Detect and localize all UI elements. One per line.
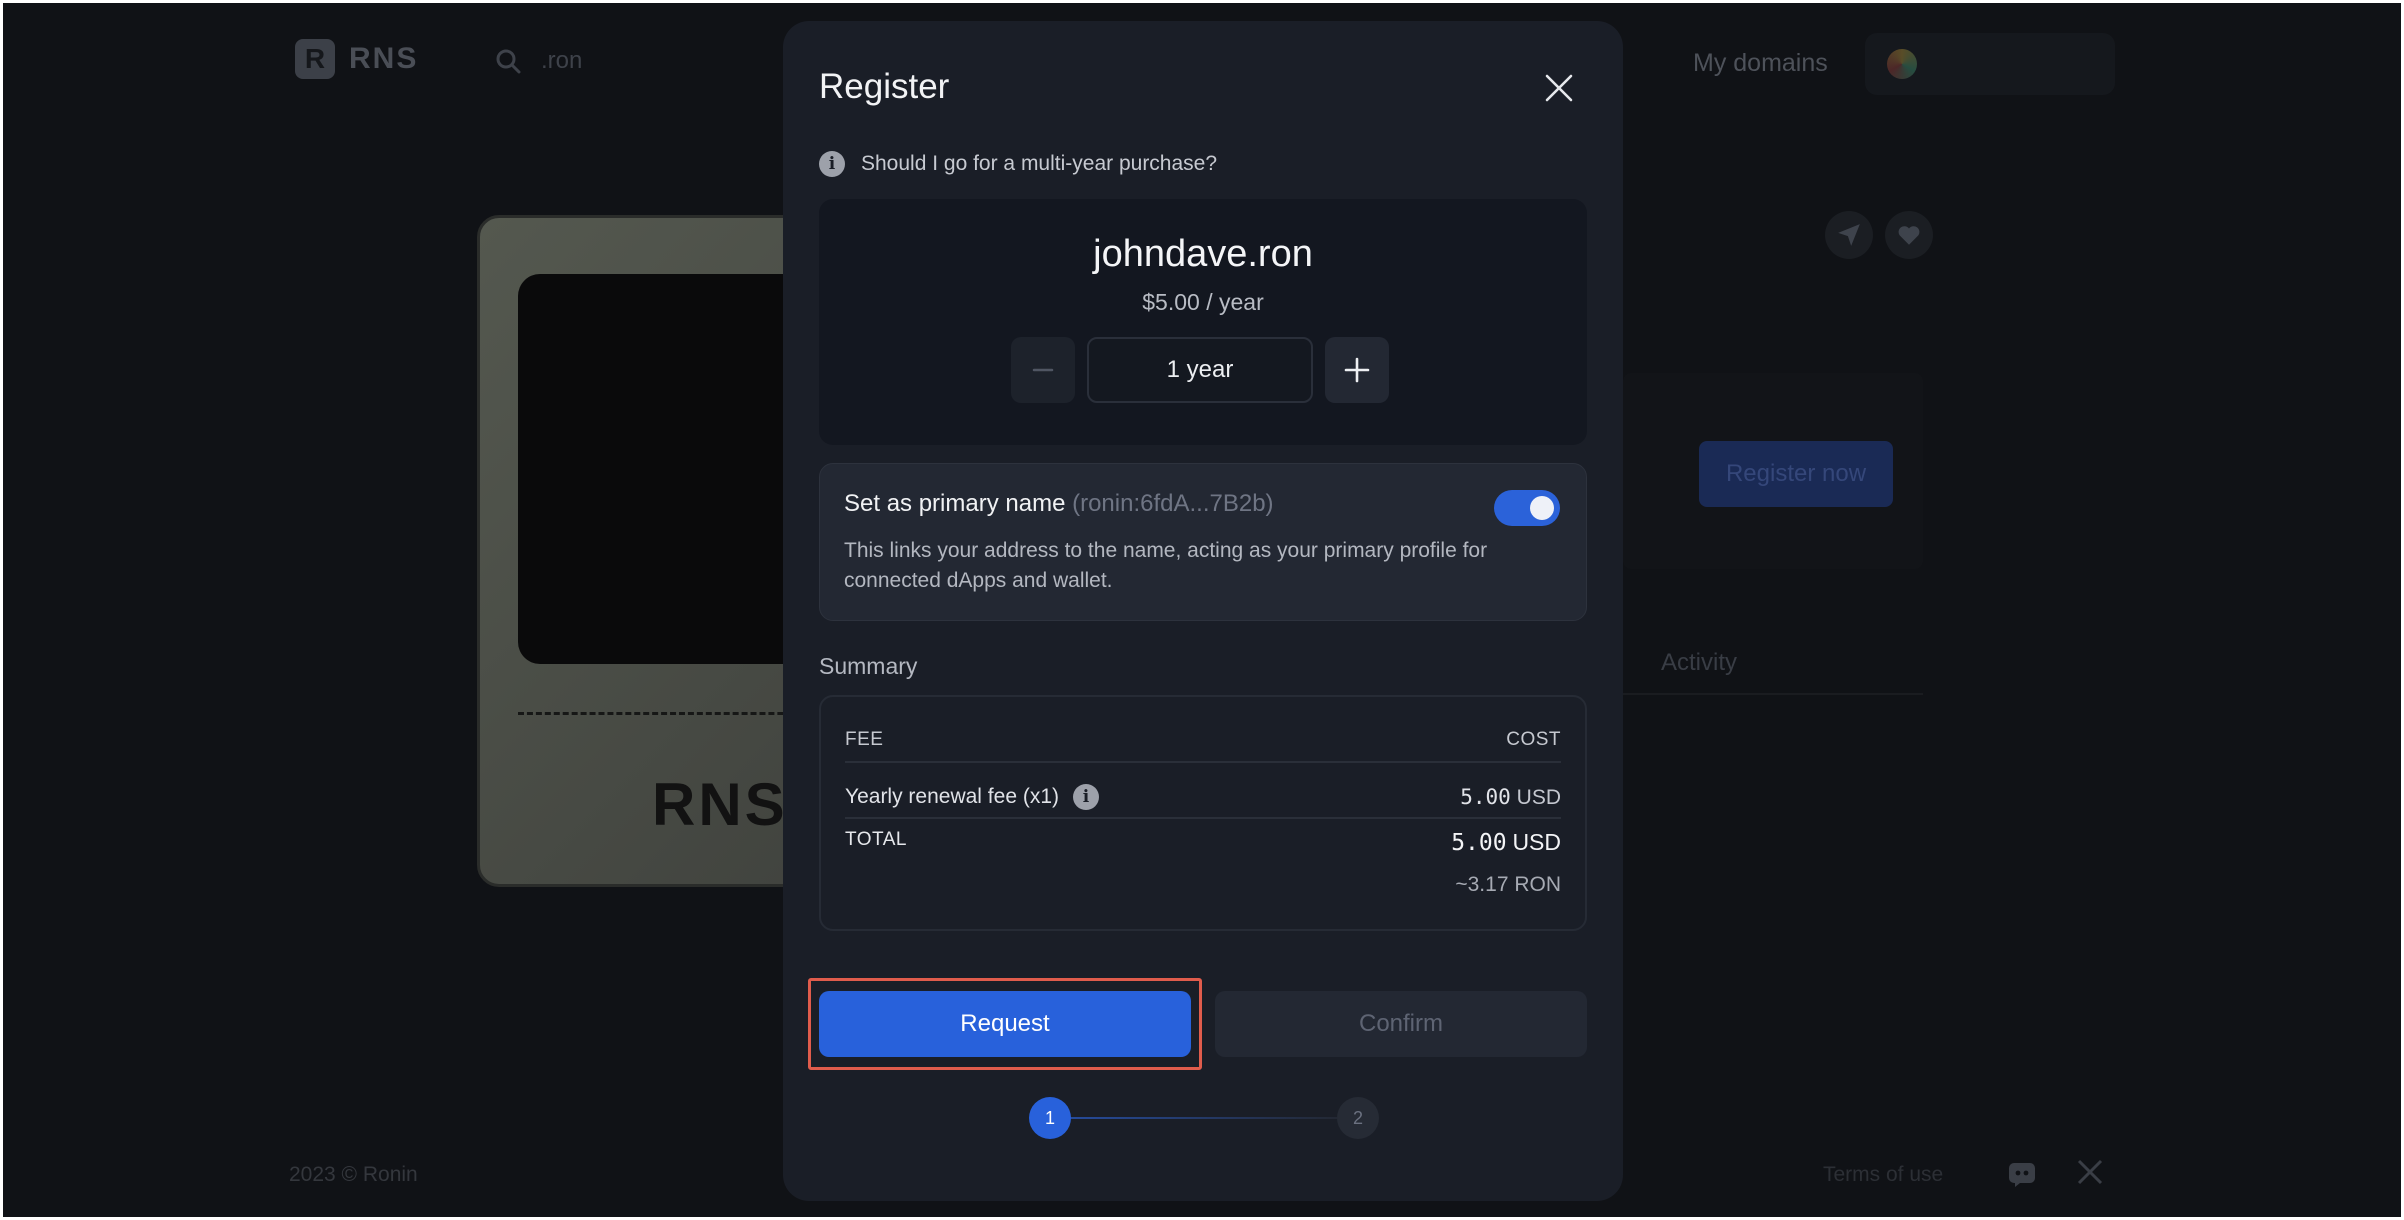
total-amount: 5.00 <box>1451 830 1507 856</box>
cost-column-header: COST <box>1506 729 1561 750</box>
close-icon <box>1545 74 1573 102</box>
app-window: R RNS .ron My domains RNS Register now A… <box>3 3 2401 1217</box>
primary-name-description: This links your address to the name, act… <box>844 539 1488 592</box>
total-ron-estimate: ~3.17 RON <box>1455 873 1561 896</box>
tab-activity[interactable]: Activity <box>1661 649 1737 677</box>
confirm-button[interactable]: Confirm <box>1215 991 1587 1057</box>
info-icon: i <box>819 151 845 177</box>
table-row: Yearly renewal fee (x1) i 5.00 USD <box>845 777 1561 817</box>
plus-icon <box>1344 357 1370 383</box>
wallet-address: (ronin:6fdA...7B2b) <box>1072 490 1274 517</box>
rns-logo-mark-icon: R <box>295 39 335 79</box>
info-icon[interactable]: i <box>1073 784 1099 810</box>
footer-terms-link[interactable]: Terms of use <box>1823 1163 1943 1187</box>
nav-my-domains[interactable]: My domains <box>1693 49 1828 78</box>
summary-heading: Summary <box>819 653 918 679</box>
domain-price: $5.00 / year <box>1142 289 1264 315</box>
total-row: TOTAL 5.00 USD <box>845 829 1561 869</box>
total-label: TOTAL <box>845 829 907 850</box>
search-input[interactable]: .ron <box>541 47 582 75</box>
step-progress: 1 2 <box>1029 1097 1379 1139</box>
fee-label: Yearly renewal fee (x1) <box>845 785 1059 808</box>
toggle-knob <box>1530 496 1554 520</box>
increase-duration-button[interactable] <box>1325 337 1389 403</box>
domain-name: johndave.ron <box>1093 233 1313 275</box>
primary-name-title: Set as primary name (ronin:6fdA...7B2b) <box>844 490 1274 518</box>
search-bar[interactable]: .ron <box>495 47 582 75</box>
multi-year-hint[interactable]: i Should I go for a multi-year purchase? <box>819 151 1217 177</box>
domain-duration-panel: johndave.ron $5.00 / year 1 year <box>819 199 1587 445</box>
discord-icon[interactable] <box>2007 1159 2037 1189</box>
footer-copyright: 2023 © Ronin <box>289 1163 418 1186</box>
tab-divider <box>1603 693 1923 695</box>
favorite-button[interactable] <box>1885 211 1933 259</box>
summary-divider <box>845 761 1561 763</box>
close-button[interactable] <box>1534 63 1584 113</box>
step-1-indicator: 1 <box>1029 1097 1071 1139</box>
primary-name-panel: Set as primary name (ronin:6fdA...7B2b) … <box>819 463 1587 621</box>
fee-amount: 5.00 <box>1460 784 1511 809</box>
primary-name-label: Set as primary name <box>844 490 1066 517</box>
primary-name-toggle[interactable] <box>1494 490 1560 526</box>
wallet-button[interactable] <box>1865 33 2115 95</box>
fee-column-header: FEE <box>845 729 884 750</box>
wallet-avatar <box>1887 49 1917 79</box>
duration-value[interactable]: 1 year <box>1087 337 1313 403</box>
step-2-indicator: 2 <box>1337 1097 1379 1139</box>
summary-table: FEE COST Yearly renewal fee (x1) i 5.00 … <box>819 695 1587 931</box>
total-unit: USD <box>1512 829 1561 855</box>
summary-header-row: FEE COST <box>845 729 1561 751</box>
register-now-button[interactable]: Register now <box>1699 441 1893 507</box>
heart-icon <box>1898 226 1920 245</box>
modal-title: Register <box>819 67 950 106</box>
card-label: RNS <box>652 771 788 838</box>
share-button[interactable] <box>1825 211 1873 259</box>
register-modal: Register i Should I go for a multi-year … <box>783 21 1623 1201</box>
send-icon <box>1838 224 1860 246</box>
minus-icon <box>1032 368 1054 372</box>
duration-stepper: 1 year <box>1011 337 1389 403</box>
summary-divider <box>845 817 1561 819</box>
decrease-duration-button[interactable] <box>1011 337 1075 403</box>
request-button[interactable]: Request <box>819 991 1191 1057</box>
progress-line <box>1071 1117 1337 1119</box>
rns-logo[interactable]: R RNS <box>295 39 418 79</box>
search-icon <box>496 49 521 74</box>
x-twitter-icon[interactable] <box>2075 1157 2105 1187</box>
hint-text: Should I go for a multi-year purchase? <box>861 152 1218 175</box>
rns-logo-text: RNS <box>349 42 419 75</box>
fee-unit: USD <box>1516 785 1561 809</box>
